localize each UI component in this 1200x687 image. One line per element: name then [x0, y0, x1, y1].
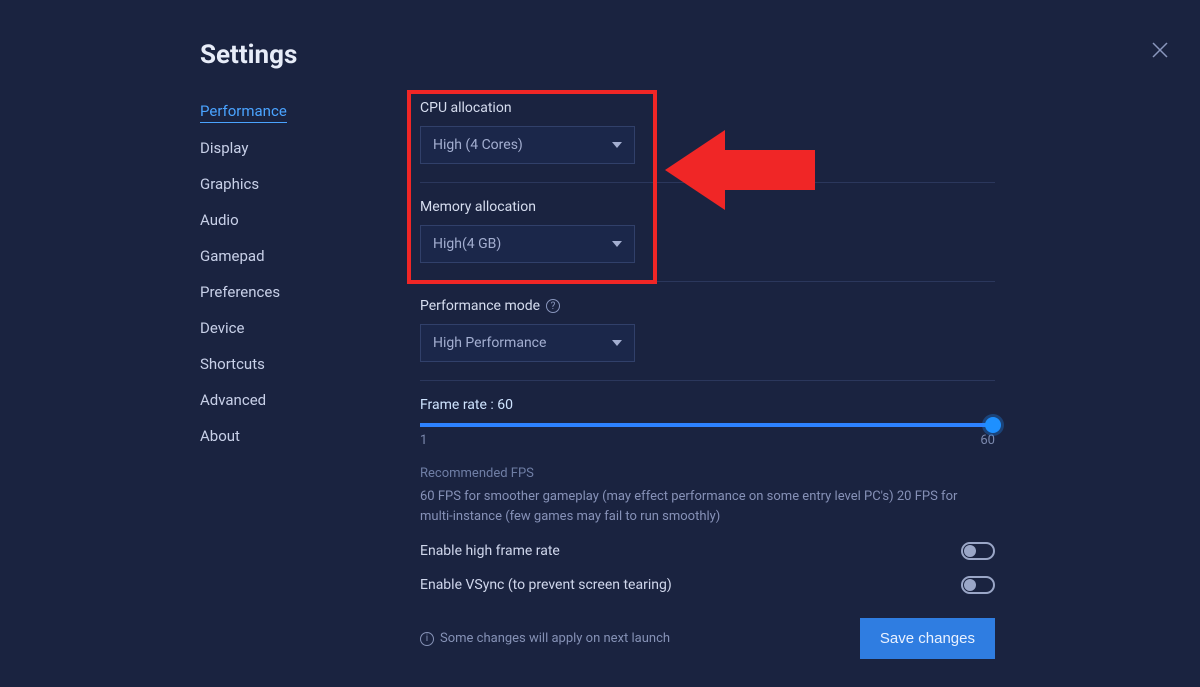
settings-sidebar: Performance Display Graphics Audio Gamep… [200, 100, 350, 447]
help-icon[interactable]: ? [546, 299, 560, 313]
cpu-allocation-value: High (4 Cores) [433, 137, 523, 153]
toggle-knob [964, 579, 976, 591]
toggle-knob [964, 545, 976, 557]
vsync-toggle[interactable] [961, 576, 995, 594]
performance-mode-block: Performance mode ? High Performance [420, 298, 995, 362]
recommended-fps-text: 60 FPS for smoother gameplay (may effect… [420, 487, 980, 526]
chevron-down-icon [612, 241, 622, 247]
high-frame-rate-label: Enable high frame rate [420, 543, 560, 559]
slider-track [420, 423, 995, 427]
slider-min: 1 [420, 433, 427, 448]
page-title: Settings [200, 40, 297, 70]
sidebar-item-preferences[interactable]: Preferences [200, 281, 350, 303]
footer-note-text: Some changes will apply on next launch [440, 631, 670, 646]
performance-mode-value: High Performance [433, 335, 546, 351]
chevron-down-icon [612, 340, 622, 346]
high-frame-rate-toggle[interactable] [961, 542, 995, 560]
cpu-allocation-label: CPU allocation [420, 100, 995, 116]
divider [420, 182, 995, 183]
footer: i Some changes will apply on next launch… [420, 618, 995, 659]
recommended-fps-title: Recommended FPS [420, 466, 995, 481]
sidebar-item-about[interactable]: About [200, 425, 350, 447]
chevron-down-icon [612, 142, 622, 148]
frame-rate-block: Frame rate : 60 1 60 Recommended FPS 60 … [420, 397, 995, 594]
close-button[interactable] [1150, 40, 1170, 60]
sidebar-item-graphics[interactable]: Graphics [200, 173, 350, 195]
memory-allocation-dropdown[interactable]: High(4 GB) [420, 225, 635, 263]
save-changes-button[interactable]: Save changes [860, 618, 995, 659]
sidebar-item-gamepad[interactable]: Gamepad [200, 245, 350, 267]
sidebar-item-audio[interactable]: Audio [200, 209, 350, 231]
settings-content: CPU allocation High (4 Cores) Memory all… [420, 100, 995, 687]
sidebar-item-device[interactable]: Device [200, 317, 350, 339]
cpu-allocation-dropdown[interactable]: High (4 Cores) [420, 126, 635, 164]
sidebar-item-display[interactable]: Display [200, 137, 350, 159]
high-frame-rate-row: Enable high frame rate [420, 542, 995, 560]
info-icon: i [420, 632, 434, 646]
sidebar-item-advanced[interactable]: Advanced [200, 389, 350, 411]
footer-note: i Some changes will apply on next launch [420, 631, 670, 646]
divider [420, 380, 995, 381]
sidebar-item-performance[interactable]: Performance [200, 100, 287, 123]
performance-mode-label-text: Performance mode [420, 298, 540, 314]
memory-allocation-value: High(4 GB) [433, 236, 501, 252]
frame-rate-label: Frame rate : 60 [420, 397, 995, 413]
close-icon [1150, 40, 1170, 60]
slider-max: 60 [980, 433, 995, 448]
memory-allocation-block: Memory allocation High(4 GB) [420, 199, 995, 263]
vsync-label: Enable VSync (to prevent screen tearing) [420, 577, 672, 593]
slider-range: 1 60 [420, 433, 995, 448]
vsync-row: Enable VSync (to prevent screen tearing) [420, 576, 995, 594]
divider [420, 281, 995, 282]
cpu-allocation-block: CPU allocation High (4 Cores) [420, 100, 995, 164]
performance-mode-label: Performance mode ? [420, 298, 995, 314]
frame-rate-slider[interactable]: 1 60 [420, 423, 995, 448]
settings-window: Settings Performance Display Graphics Au… [0, 0, 1200, 687]
sidebar-item-shortcuts[interactable]: Shortcuts [200, 353, 350, 375]
performance-mode-dropdown[interactable]: High Performance [420, 324, 635, 362]
slider-thumb[interactable] [985, 417, 1001, 433]
memory-allocation-label: Memory allocation [420, 199, 995, 215]
